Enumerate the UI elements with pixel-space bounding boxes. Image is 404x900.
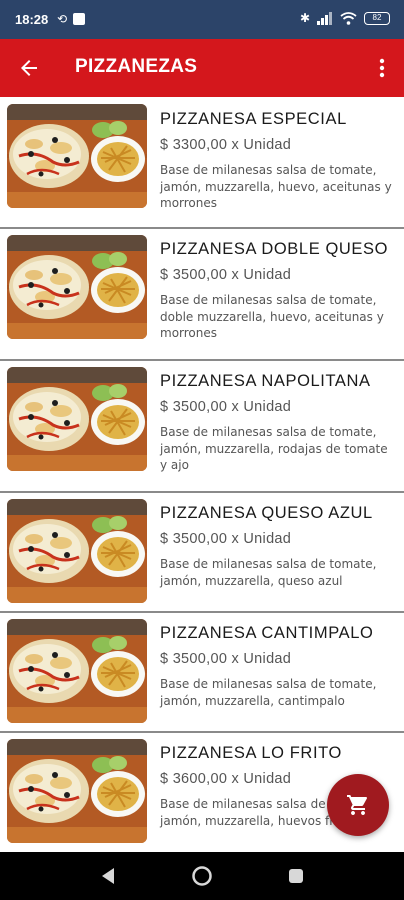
product-price: $ 3500,00 x Unidad <box>160 531 292 547</box>
bluetooth-icon: ✱ <box>299 11 310 25</box>
product-image <box>7 104 147 208</box>
product-item[interactable]: PIZZANESA ESPECIAL $ 3300,00 x Unidad Ba… <box>0 97 404 229</box>
product-price: $ 3500,00 x Unidad <box>160 399 292 415</box>
product-name: PIZZANESA DOBLE QUESO <box>160 240 389 258</box>
status-system-icons: ✱ 82 <box>300 11 390 25</box>
product-price: $ 3500,00 x Unidad <box>160 267 292 283</box>
notification-icon <box>73 13 86 25</box>
product-description: Base de milanesas salsa de tomate, jamón… <box>160 163 392 210</box>
product-name: PIZZANESA QUESO AZUL <box>160 504 373 522</box>
nav-recents-icon[interactable] <box>288 868 304 884</box>
status-notification-icons: ⟲ <box>57 12 86 26</box>
product-item[interactable]: PIZZANESA CANTIMPALO $ 3500,00 x Unidad … <box>0 613 404 731</box>
overflow-menu-button[interactable] <box>368 52 396 84</box>
arrow-back-icon <box>21 60 37 76</box>
sync-icon: ⟲ <box>57 12 68 26</box>
product-description: Base de milanesas salsa de tomate, jamón… <box>160 557 377 588</box>
product-name: PIZZANESA CANTIMPALO <box>160 624 374 642</box>
app-bar: PIZZANEZAS <box>0 39 404 97</box>
nav-home-icon[interactable] <box>191 865 213 887</box>
product-image <box>7 235 147 339</box>
product-item[interactable]: PIZZANESA QUESO AZUL $ 3500,00 x Unidad … <box>0 493 404 611</box>
product-image <box>7 367 147 471</box>
product-image <box>7 619 147 723</box>
nav-back-icon[interactable] <box>98 866 118 886</box>
more-vert-icon <box>379 58 385 78</box>
product-description: Base de milanesas salsa de tomate, jamón… <box>160 677 377 708</box>
product-item[interactable]: PIZZANESA DOBLE QUESO $ 3500,00 x Unidad… <box>0 229 404 359</box>
product-name: PIZZANESA LO FRITO <box>160 744 342 762</box>
shopping-cart-icon <box>347 795 368 815</box>
product-name: PIZZANESA NAPOLITANA <box>160 372 371 390</box>
product-image <box>7 739 147 843</box>
page-title: PIZZANEZAS <box>75 56 198 77</box>
product-list[interactable]: PIZZANESA ESPECIAL $ 3300,00 x Unidad Ba… <box>0 97 404 852</box>
wifi-icon <box>340 11 357 25</box>
product-name: PIZZANESA ESPECIAL <box>160 110 347 128</box>
signal-icon <box>317 11 332 25</box>
product-item[interactable]: PIZZANESA NAPOLITANA $ 3500,00 x Unidad … <box>0 361 404 491</box>
product-price: $ 3300,00 x Unidad <box>160 137 292 153</box>
product-description: Base de milanesas salsa de tomate, jamón… <box>160 425 388 472</box>
product-image <box>7 499 147 603</box>
status-time: 18:28 <box>15 12 49 27</box>
cart-button[interactable] <box>327 774 389 836</box>
system-navigation-bar <box>0 852 404 900</box>
battery-icon: 82 <box>364 11 390 25</box>
product-price: $ 3500,00 x Unidad <box>160 651 292 667</box>
status-bar: 18:28 ⟲ ✱ 82 <box>0 0 404 39</box>
back-button[interactable] <box>12 52 46 84</box>
product-price: $ 3600,00 x Unidad <box>160 771 292 787</box>
product-description: Base de milanesas salsa de tomate, doble… <box>160 293 384 340</box>
